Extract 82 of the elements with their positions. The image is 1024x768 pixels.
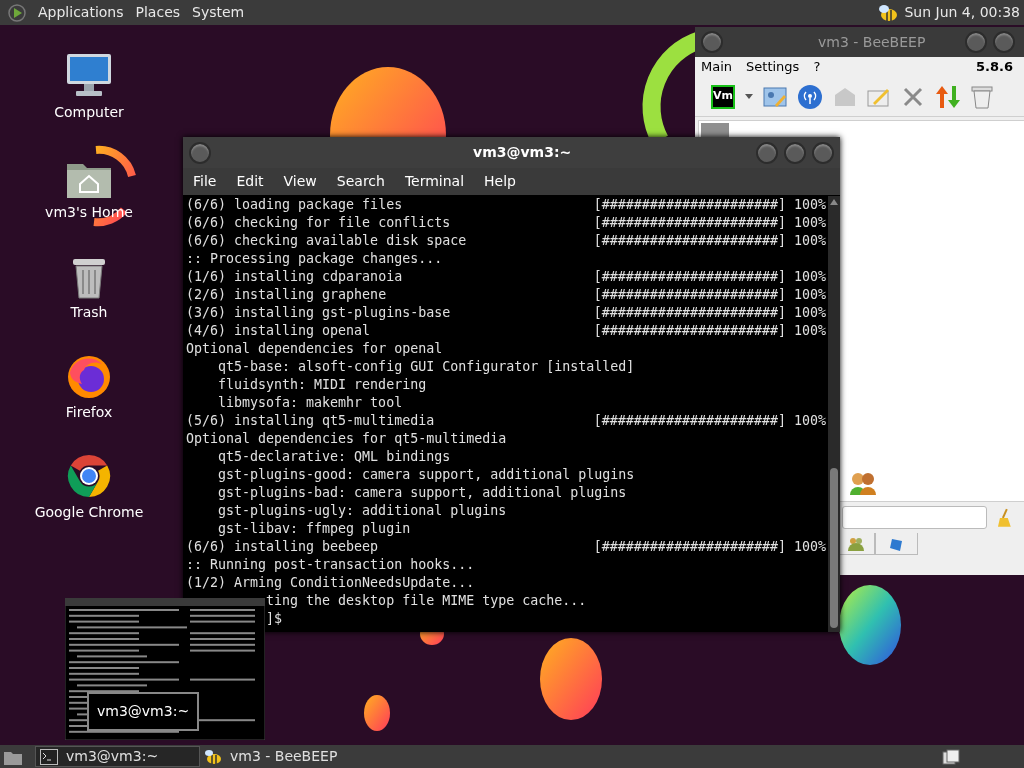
desktop-icon-label[interactable]: Google Chrome [34, 502, 144, 523]
window-control-button[interactable] [701, 31, 723, 53]
round-tricolor-icon [65, 452, 113, 500]
menu-item[interactable]: Terminal [404, 171, 465, 192]
scroll-up-arrow-icon[interactable] [830, 199, 838, 205]
menu-item[interactable]: Main [701, 57, 733, 77]
terminal-line: :: Running post-transaction hooks... [186, 556, 475, 574]
progress-text: [######################] 100% [593, 196, 826, 214]
progress-text: [######################] 100% [593, 268, 826, 286]
desktop-icon-label[interactable]: Firefox [65, 402, 113, 423]
menu-item[interactable]: Help [484, 171, 516, 192]
terminal-line: gst-plugins-bad: camera support, additional plugins [218, 484, 627, 502]
broom-icon[interactable] [997, 507, 1013, 528]
terminal-line: (6/6) loading package files [186, 196, 403, 214]
terminal-line: (2/6) installing graphene [186, 286, 387, 304]
menu-item[interactable]: ? [813, 57, 821, 77]
terminal-line: (6/6) installing beebeep [186, 538, 379, 556]
trash-icon[interactable] [971, 84, 993, 109]
window-control-button[interactable] [993, 31, 1015, 53]
terminal-line: gst-plugins-ugly: additional plugins [218, 502, 507, 520]
terminal-line: qt5-declarative: QML bindings [218, 448, 451, 466]
up-down-arrows-icon[interactable] [935, 83, 961, 110]
users-icon [849, 471, 877, 495]
terminal-line: ]$ [266, 610, 283, 628]
window-control-button[interactable] [812, 141, 834, 164]
caret-icon[interactable] [745, 93, 753, 100]
terminal-icon [40, 748, 58, 765]
contact-card-icon[interactable] [763, 84, 787, 109]
scroll-thumb[interactable] [830, 468, 838, 628]
desktop-icon-label[interactable]: Trash [70, 302, 108, 323]
terminal-line: (3/6) installing gst-plugins-base [186, 304, 451, 322]
panel-menu[interactable]: Applications [32, 2, 130, 23]
terminal-line: ting the desktop file MIME type cache... [266, 592, 587, 610]
terminal-line: Optional dependencies for qt5-multimedia [186, 430, 507, 448]
preview-title: vm3@vm3:~ [87, 692, 200, 731]
window-icon[interactable] [942, 748, 960, 765]
terminal-line: (1/6) installing cdparanoia [186, 268, 403, 286]
window-title: vm3@vm3:~ [473, 143, 572, 162]
terminal-line: Optional dependencies for openal [186, 340, 443, 358]
profile-badge[interactable]: Vm [711, 84, 735, 109]
terminal-line: (4/6) installing openal [186, 322, 371, 340]
terminal-line: (6/6) checking available disk space [186, 232, 467, 250]
progress-text: [######################] 100% [593, 286, 826, 304]
terminal-line: fluidsynth: MIDI rendering [218, 376, 427, 394]
menu-item[interactable]: File [193, 171, 217, 192]
bee-icon[interactable] [878, 3, 899, 22]
progress-text: [######################] 100% [593, 232, 826, 250]
version-label: 5.8.6 [976, 58, 1013, 77]
panel-menu[interactable]: Places [129, 2, 187, 23]
progress-text: [######################] 100% [593, 214, 826, 232]
progress-text: [######################] 100% [593, 412, 826, 430]
progress-text: [######################] 100% [593, 304, 826, 322]
terminal-line: gst-plugins-good: camera support, additional plugins [218, 466, 635, 484]
terminal-line: (6/6) checking for file conflicts [186, 214, 451, 232]
task-button[interactable]: vm3 - BeeBEEP [200, 746, 365, 767]
progress-text: [######################] 100% [593, 322, 826, 340]
desktop-icon-label[interactable]: Computer [54, 102, 124, 123]
terminal-line: (1/2) Arming ConditionNeedsUpdate... [186, 574, 475, 592]
message-input-field[interactable] [842, 506, 988, 529]
bee-icon [204, 748, 222, 765]
window-control-button[interactable] [784, 141, 806, 164]
clock[interactable]: Sun Jun 4, 00:38 [904, 2, 1020, 23]
panel-menu[interactable]: System [186, 2, 251, 23]
progress-text: [######################] 100% [593, 538, 826, 556]
window-title: vm3 - BeeBEEP [818, 32, 926, 52]
note-icon [889, 536, 904, 551]
menu-item[interactable]: Edit [236, 171, 264, 192]
terminal-line: gst-libav: ffmpeg plugin [218, 520, 411, 538]
task-button[interactable]: vm3@vm3:~ [35, 746, 200, 767]
menu-item[interactable]: View [283, 171, 317, 192]
terminal-line: :: Processing package changes... [186, 250, 443, 268]
window-control-button[interactable] [189, 141, 211, 164]
window-control-button[interactable] [756, 141, 778, 164]
terminal-line: libmysofa: makemhr tool [218, 394, 403, 412]
terminal-line: qt5-base: alsoft-config GUI Configurator [installed] [218, 358, 635, 376]
menu-item[interactable]: Search [336, 171, 385, 192]
terminal-line: (5/6) installing qt5-multimedia [186, 412, 435, 430]
play-logo-icon [8, 3, 26, 22]
users-icon [848, 536, 864, 551]
menu-item[interactable]: Settings [746, 57, 800, 77]
broadcast-icon[interactable] [797, 83, 823, 110]
window-control-button[interactable] [965, 31, 987, 53]
